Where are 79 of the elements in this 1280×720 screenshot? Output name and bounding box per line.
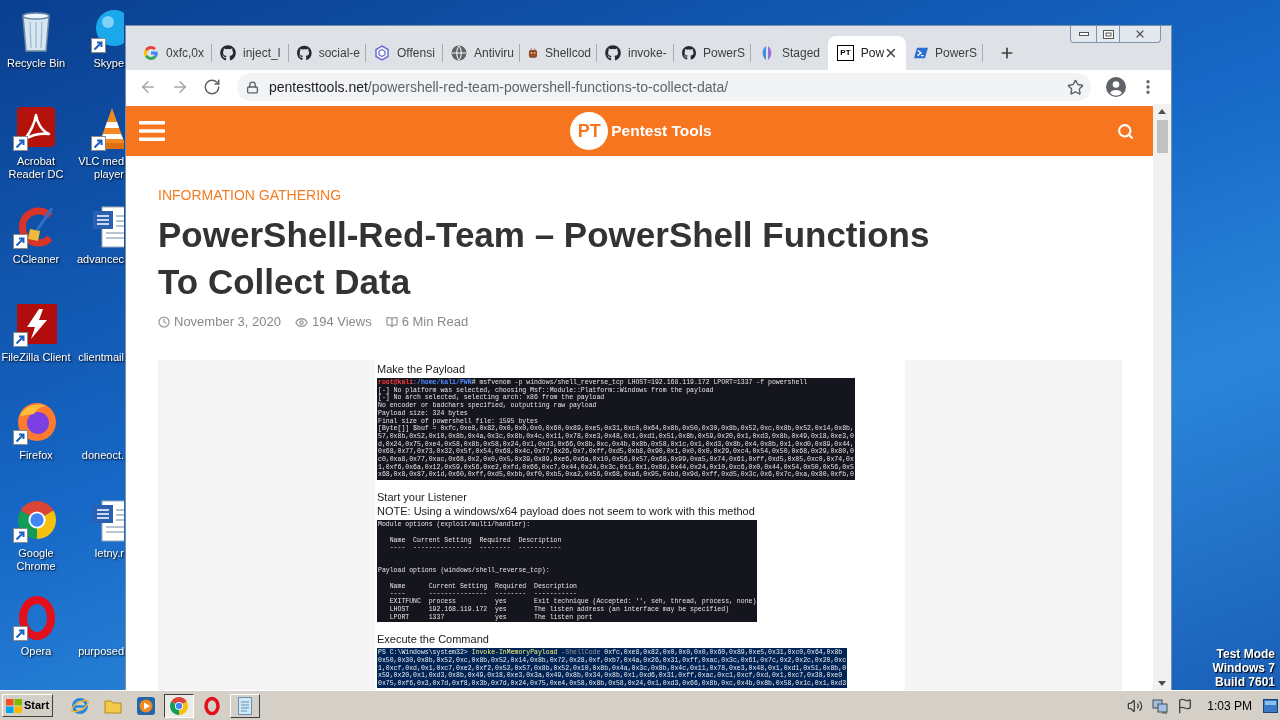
section-heading: Execute the Command	[377, 632, 490, 647]
meta-text: 194 Views	[311, 313, 372, 332]
book-icon	[385, 316, 398, 328]
opera-icon	[202, 695, 222, 716]
note-text: NOTE: Using a windows/x64 payload does not seem to work with this method	[377, 504, 756, 519]
desktop-icon-label: advancec	[76, 253, 124, 266]
search-icon[interactable]	[1117, 122, 1134, 140]
desktop-icon-label: clientmail	[78, 351, 124, 364]
scrollbar-thumb[interactable]	[1156, 120, 1168, 153]
windows-logo-icon	[6, 698, 22, 713]
desktop-icon-label: FileZilla Client	[0, 351, 72, 364]
browser-tab[interactable]: PowerS	[674, 36, 751, 70]
url-text: pentesttools.net/powershell-red-team-powershell-functions-to-collect-data/	[269, 77, 729, 97]
terminal-prompt-icon	[914, 45, 928, 61]
g-logo-icon	[143, 45, 159, 61]
notepad-icon	[235, 695, 255, 716]
browser-tab[interactable]: Offensi	[366, 36, 443, 70]
desktop-icon-label: Skype	[93, 57, 124, 70]
address-bar[interactable]: pentesttools.net/powershell-red-team-powershell-functions-to-collect-data/	[237, 73, 1091, 101]
favicon-badge: PT	[837, 45, 854, 61]
restore-icon	[1102, 29, 1114, 39]
eye-icon	[294, 315, 308, 329]
globe-icon	[451, 45, 467, 61]
browser-tab[interactable]: Staged	[751, 36, 828, 70]
clock-text[interactable]: 1:03 PM	[1207, 696, 1252, 715]
minimize-icon	[1078, 32, 1089, 36]
desktop-icon-label: Acrobat Reader DC	[7, 155, 65, 181]
maximize-button[interactable]	[1097, 26, 1119, 43]
desktop-icon-label: letny.r	[94, 547, 124, 560]
reload-icon[interactable]	[203, 78, 221, 96]
github-icon	[605, 45, 621, 61]
meta-text: November 3, 2020	[174, 313, 281, 332]
github-icon	[297, 45, 312, 61]
browser-tab[interactable]: 0xfc,0x	[135, 36, 212, 70]
close-icon[interactable]	[884, 46, 898, 60]
section-heading: Make the Payload	[377, 362, 467, 376]
close-icon	[1134, 28, 1146, 40]
browser-tab[interactable]: Shellcod	[520, 36, 597, 70]
flag-icon[interactable]	[1177, 697, 1194, 714]
show-desktop-icon[interactable]	[1263, 698, 1278, 713]
minimize-button[interactable]	[1070, 26, 1097, 43]
desktop-icon-label: purposed	[78, 645, 124, 658]
browser-tab[interactable]: social-e	[289, 36, 366, 70]
system-notice-text: Test Mode Windows 7 Build 7601	[1212, 647, 1275, 689]
desktop-icon-label: VLC med player	[78, 155, 124, 181]
desktop-icon-label: Firefox	[18, 449, 54, 462]
section-heading: Start your Listener	[377, 490, 468, 505]
media-player-icon	[136, 695, 156, 716]
browser-tab[interactable]: inject_l	[212, 36, 289, 70]
browser-tab[interactable]: Antiviru	[443, 36, 520, 70]
chrome-icon	[169, 695, 189, 716]
speaker-icon[interactable]	[1127, 697, 1144, 714]
scrollbar[interactable]	[1153, 104, 1171, 690]
clock-icon	[158, 316, 170, 328]
desktop-icon-label: Google Chrome	[15, 547, 57, 573]
hexagon-icon	[374, 45, 390, 61]
network-icon[interactable]	[1152, 697, 1169, 714]
profile-icon[interactable]	[1106, 77, 1126, 97]
new-tab-icon[interactable]	[999, 45, 1015, 61]
desktop-icon-label: doneoct.	[81, 449, 124, 462]
github-icon	[220, 45, 236, 61]
browser-tab[interactable]: PT Pow	[828, 36, 906, 70]
scroll-down-icon[interactable]	[1158, 681, 1166, 686]
meta-text: 6 Min Read	[401, 313, 469, 332]
desktop-icon-label: CCleaner	[11, 253, 61, 266]
browser-e-icon	[70, 695, 90, 716]
browser-tab[interactable]: PowerS	[906, 36, 983, 70]
browser-tab[interactable]: invoke-	[597, 36, 674, 70]
hamburger-menu-icon[interactable]	[139, 121, 165, 141]
desktop-icon-label: Opera	[19, 645, 53, 658]
github-icon	[682, 45, 696, 61]
scroll-up-icon[interactable]	[1158, 109, 1166, 114]
taskbar-button[interactable]	[164, 693, 194, 718]
desktop-icon-label: Recycle Bin	[5, 57, 67, 70]
start-button[interactable]: Start	[2, 694, 53, 717]
robot-face-icon	[528, 45, 538, 61]
article-title: PowerShell-Red-Team – PowerShell Functions To Collect Data	[158, 214, 931, 303]
lock-icon	[246, 80, 259, 94]
bookmark-star-icon[interactable]	[1067, 78, 1084, 96]
